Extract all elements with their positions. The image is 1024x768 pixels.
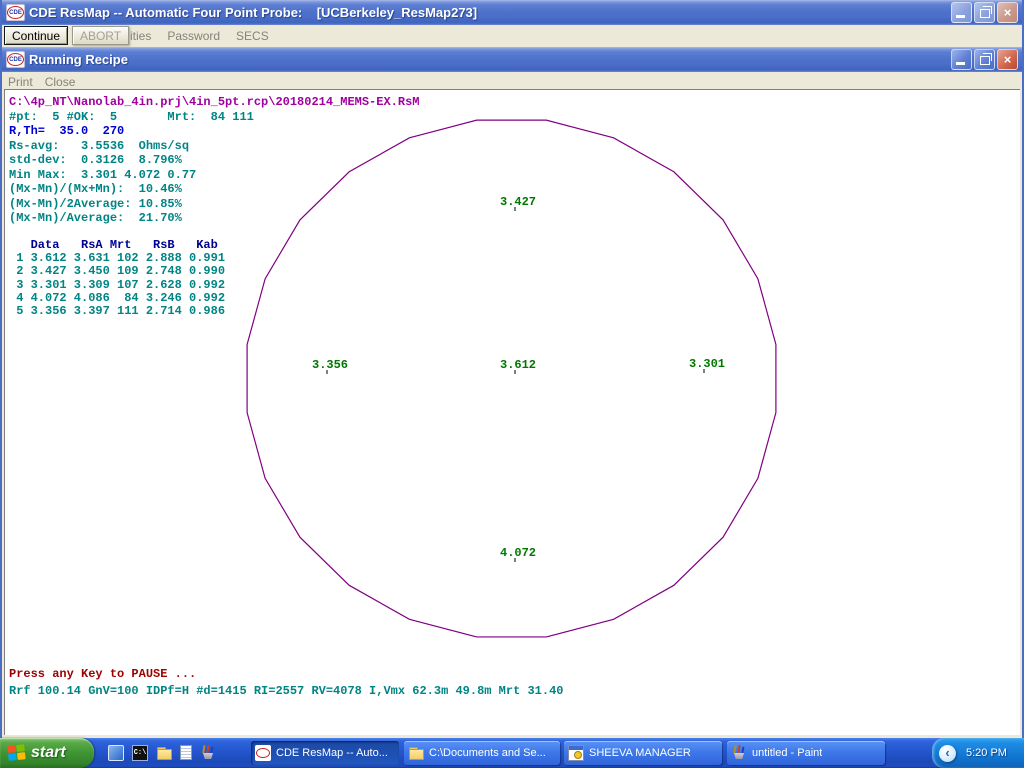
wafer-point-left: 3.356 — [312, 358, 348, 372]
system-tray: ‹ 5:20 PM — [932, 738, 1024, 768]
stats-line: Min Max: 3.301 4.072 0.77 — [9, 168, 419, 183]
quick-launch: C:\ — [108, 745, 216, 761]
wafer-value: 3.427 — [500, 195, 536, 209]
menu-item-ities[interactable]: ities — [130, 29, 151, 43]
app-icon — [568, 745, 584, 761]
taskbar-clock[interactable]: 5:20 PM — [966, 747, 1007, 759]
command-prompt-icon[interactable]: C:\ — [132, 745, 148, 761]
restore-icon — [980, 56, 990, 65]
recipe-logo-icon: CDE — [6, 51, 25, 68]
recipe-window-title: Running Recipe — [29, 52, 128, 67]
minimize-icon — [956, 15, 965, 18]
close-button[interactable]: × — [997, 2, 1018, 23]
menu-item-close[interactable]: Close — [45, 75, 76, 89]
table-row: 3 3.301 3.309 107 2.628 0.992 — [9, 279, 225, 292]
close-icon: × — [1004, 52, 1012, 67]
wafer-value: 3.356 — [312, 358, 348, 372]
recipe-minimize-button[interactable] — [951, 49, 972, 70]
stats-line: (Mx-Mn)/(Mx+Mn): 10.46% — [9, 182, 419, 197]
stats-line: #pt: 5 #OK: 5 Mrt: 84 111 — [9, 110, 419, 125]
measure-tick-icon — [514, 370, 516, 374]
recipe-menubar: Print Close — [8, 75, 75, 89]
taskbar-button-label: SHEEVA MANAGER — [589, 747, 691, 759]
app-logo-icon: CDE — [6, 4, 25, 21]
taskbar-button-label: C:\Documents and Se... — [429, 747, 546, 759]
table-row: 5 3.356 3.397 111 2.714 0.986 — [9, 305, 225, 318]
close-icon: × — [1004, 5, 1012, 20]
start-button[interactable]: start — [0, 738, 94, 768]
stats-line: (Mx-Mn)/Average: 21.70% — [9, 211, 419, 226]
main-menubar: ities Password SECS — [130, 29, 269, 43]
main-titlebar: CDE CDE ResMap -- Automatic Four Point P… — [2, 0, 1022, 25]
cde-icon — [255, 745, 271, 761]
paint-icon — [731, 745, 747, 761]
wafer-point-center: 3.612 — [500, 358, 536, 372]
stats-line: Rs-avg: 3.5536 Ohms/sq — [9, 139, 419, 154]
stats-line: C:\4p_NT\Nanolab_4in.prj\4in_5pt.rcp\201… — [9, 95, 419, 110]
hide-icons-chevron-icon[interactable]: ‹ — [939, 745, 956, 762]
measure-tick-icon — [514, 207, 516, 211]
recipe-titlebar: CDE Running Recipe × — [2, 47, 1022, 72]
main-window: CDE CDE ResMap -- Automatic Four Point P… — [0, 0, 1024, 738]
wafer-value: 3.301 — [689, 357, 725, 371]
taskbar-button[interactable]: CDE ResMap -- Auto... — [251, 741, 399, 765]
windows-flag-icon — [7, 744, 27, 762]
measure-tick-icon — [514, 558, 516, 562]
wafer-point-top: 3.427 — [500, 195, 536, 209]
recipe-restore-button[interactable] — [974, 49, 995, 70]
recipe-content: 3.427 3.356 3.612 3.301 4.072 C:\4p_NT\Nanol… — [4, 89, 1020, 735]
notepad-icon[interactable] — [180, 745, 192, 760]
main-window-title: CDE ResMap -- Automatic Four Point Probe… — [29, 5, 477, 20]
minimize-button[interactable] — [951, 2, 972, 23]
pause-message: Press any Key to PAUSE ... — [9, 667, 196, 681]
stats-line: (Mx-Mn)/2Average: 10.85% — [9, 197, 419, 212]
abort-button[interactable]: ABORT — [72, 26, 129, 45]
taskbar: start C:\ CDE ResMap -- Auto... C:\Docume… — [0, 738, 1024, 768]
menu-item-print[interactable]: Print — [8, 75, 33, 89]
taskbar-button[interactable]: untitled - Paint — [727, 741, 885, 765]
menu-item-secs[interactable]: SECS — [236, 29, 269, 43]
table-row: 2 3.427 3.450 109 2.748 0.990 — [9, 265, 225, 278]
folder-icon[interactable] — [156, 745, 172, 761]
measure-tick-icon — [326, 370, 328, 374]
wafer-value: 3.612 — [500, 358, 536, 372]
paint-icon[interactable] — [200, 745, 216, 761]
stats-line: R,Th= 35.0 270 — [9, 124, 419, 139]
measure-tick-icon — [703, 369, 705, 373]
wafer-point-right: 3.301 — [689, 357, 725, 371]
minimize-icon — [956, 62, 965, 65]
wafer-value: 4.072 — [500, 546, 536, 560]
folder-icon — [408, 745, 424, 761]
stats-block: C:\4p_NT\Nanolab_4in.prj\4in_5pt.rcp\201… — [9, 95, 419, 226]
taskbar-button[interactable]: C:\Documents and Se... — [404, 741, 560, 765]
taskbar-button-label: CDE ResMap -- Auto... — [276, 747, 388, 759]
continue-button[interactable]: Continue — [4, 26, 68, 45]
recipe-close-button[interactable]: × — [997, 49, 1018, 70]
taskbar-button[interactable]: SHEEVA MANAGER — [564, 741, 722, 765]
wafer-point-bottom: 4.072 — [500, 546, 536, 560]
start-button-label: start — [31, 744, 66, 762]
restore-icon — [980, 9, 990, 18]
restore-button[interactable] — [974, 2, 995, 23]
data-table: Data RsA Mrt RsB Kab 1 3.612 3.631 102 2… — [9, 239, 225, 318]
probe-status-line: Rrf 100.14 GnV=100 IDPf=H #d=1415 RI=255… — [9, 684, 564, 698]
menu-item-password[interactable]: Password — [167, 29, 220, 43]
taskbar-button-label: untitled - Paint — [752, 747, 822, 759]
stats-line: std-dev: 0.3126 8.796% — [9, 153, 419, 168]
show-desktop-icon[interactable] — [108, 745, 124, 761]
